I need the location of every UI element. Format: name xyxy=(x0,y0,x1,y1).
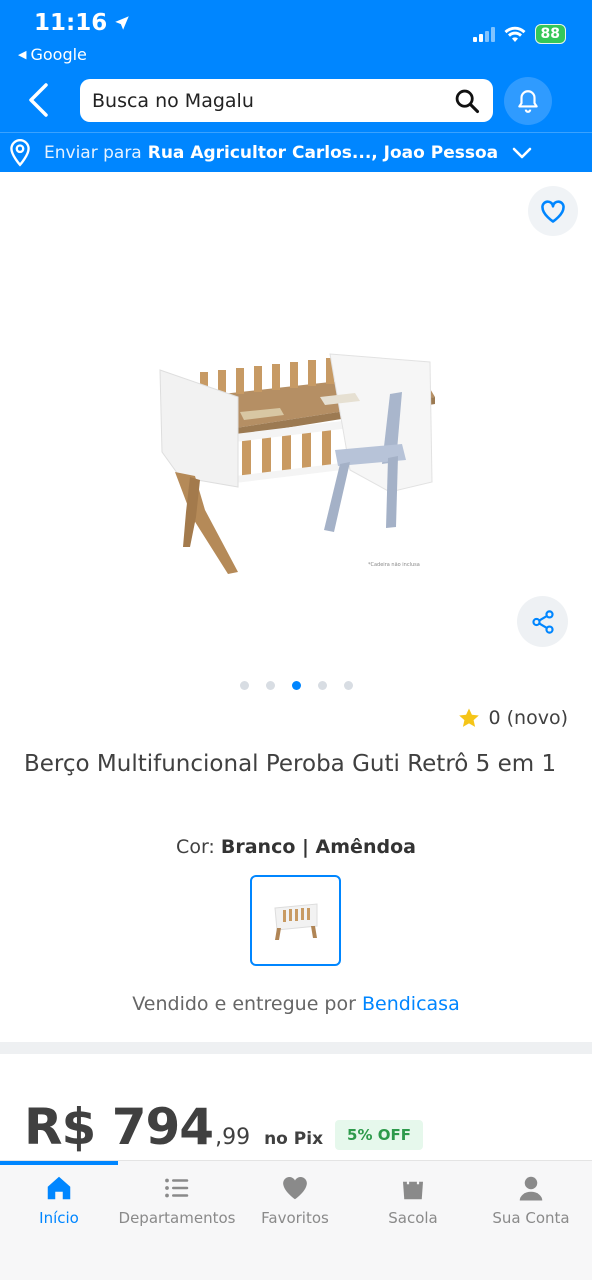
gallery-dot-active[interactable] xyxy=(291,681,301,690)
search-placeholder: Busca no Magalu xyxy=(92,89,254,112)
gallery-dot[interactable] xyxy=(343,681,353,690)
share-icon xyxy=(531,609,554,634)
price-main: R$ 794 xyxy=(24,1098,214,1156)
bell-icon xyxy=(518,90,538,113)
product-gallery[interactable]: *Cadeira não inclusa xyxy=(0,172,592,707)
share-button[interactable] xyxy=(517,596,568,647)
active-tab-indicator xyxy=(0,1161,118,1165)
product-title: Berço Multifuncional Peroba Guti Retrô 5… xyxy=(24,751,557,777)
gallery-pagination xyxy=(0,681,592,690)
tab-label: Sua Conta xyxy=(492,1209,570,1227)
gallery-dot[interactable] xyxy=(265,681,275,690)
favorite-button[interactable] xyxy=(528,186,578,236)
section-divider xyxy=(0,1042,592,1054)
user-icon xyxy=(519,1176,543,1201)
system-icons: 88 xyxy=(472,24,566,44)
status-bar: 11:16 ◀ Google 88 xyxy=(0,0,592,70)
back-app-label: Google xyxy=(30,45,87,64)
heart-icon xyxy=(283,1176,307,1200)
list-icon xyxy=(165,1178,189,1198)
gallery-dot[interactable] xyxy=(239,681,249,690)
shipping-address-bar[interactable]: Enviar para Rua Agricultor Carlos..., Jo… xyxy=(0,132,592,172)
seller-prefix: Vendido e entregue por xyxy=(132,993,356,1015)
wifi-icon xyxy=(504,26,526,42)
price-cents: ,99 xyxy=(215,1125,251,1150)
star-icon xyxy=(458,708,479,727)
seller-info: Vendido e entregue por Bendicasa xyxy=(0,993,592,1015)
tab-inicio[interactable]: Início xyxy=(0,1173,118,1227)
notifications-button[interactable] xyxy=(504,77,552,125)
swatch-thumbnail xyxy=(273,902,317,940)
clock: 11:16 xyxy=(34,10,131,36)
search-icon[interactable] xyxy=(453,87,481,115)
chevron-left-icon xyxy=(29,83,48,117)
search-header: Busca no Magalu xyxy=(0,70,592,132)
tab-label: Sacola xyxy=(388,1209,438,1227)
bottom-tab-bar: Início Departamentos Favoritos Sacola Su… xyxy=(0,1160,592,1280)
seller-link[interactable]: Bendicasa xyxy=(362,993,460,1015)
product-image: *Cadeira não inclusa xyxy=(159,353,435,574)
gallery-dot[interactable] xyxy=(317,681,327,690)
tab-departamentos[interactable]: Departamentos xyxy=(118,1173,236,1227)
back-triangle-icon: ◀ xyxy=(18,48,27,61)
cellular-signal-icon xyxy=(472,26,495,42)
tab-sua-conta[interactable]: Sua Conta xyxy=(472,1173,590,1227)
heart-outline-icon xyxy=(541,200,565,223)
back-button[interactable] xyxy=(26,80,56,120)
color-prefix: Cor: xyxy=(176,836,215,858)
color-value: Branco | Amêndoa xyxy=(220,836,416,858)
battery-indicator: 88 xyxy=(534,24,566,44)
rating-text: 0 (novo) xyxy=(488,707,569,729)
location-arrow-icon xyxy=(115,16,129,30)
tab-label: Início xyxy=(39,1209,79,1227)
search-input[interactable]: Busca no Magalu xyxy=(80,79,493,122)
home-icon xyxy=(47,1176,71,1200)
back-to-app-link[interactable]: ◀ Google xyxy=(18,45,87,64)
bag-icon xyxy=(403,1174,423,1200)
price-row: R$ 794 ,99 no Pix 5% OFF xyxy=(24,1098,423,1156)
tab-label: Favoritos xyxy=(261,1209,329,1227)
chevron-down-icon xyxy=(512,147,532,158)
price-method: no Pix xyxy=(264,1129,324,1149)
svg-text:*Cadeira não inclusa: *Cadeira não inclusa xyxy=(368,562,420,568)
tab-sacola[interactable]: Sacola xyxy=(354,1173,472,1227)
color-label: Cor: Branco | Amêndoa xyxy=(0,836,592,858)
clock-time: 11:16 xyxy=(34,10,108,36)
color-swatch-selected[interactable] xyxy=(250,875,341,966)
product-rating[interactable]: 0 (novo) xyxy=(457,706,569,730)
ship-address: Rua Agricultor Carlos..., Joao Pessoa xyxy=(147,142,499,163)
location-pin-icon xyxy=(10,138,30,167)
tab-label: Departamentos xyxy=(118,1209,236,1227)
discount-badge: 5% OFF xyxy=(335,1120,423,1150)
ship-prefix: Enviar para xyxy=(44,142,142,163)
tab-favoritos[interactable]: Favoritos xyxy=(236,1173,354,1227)
